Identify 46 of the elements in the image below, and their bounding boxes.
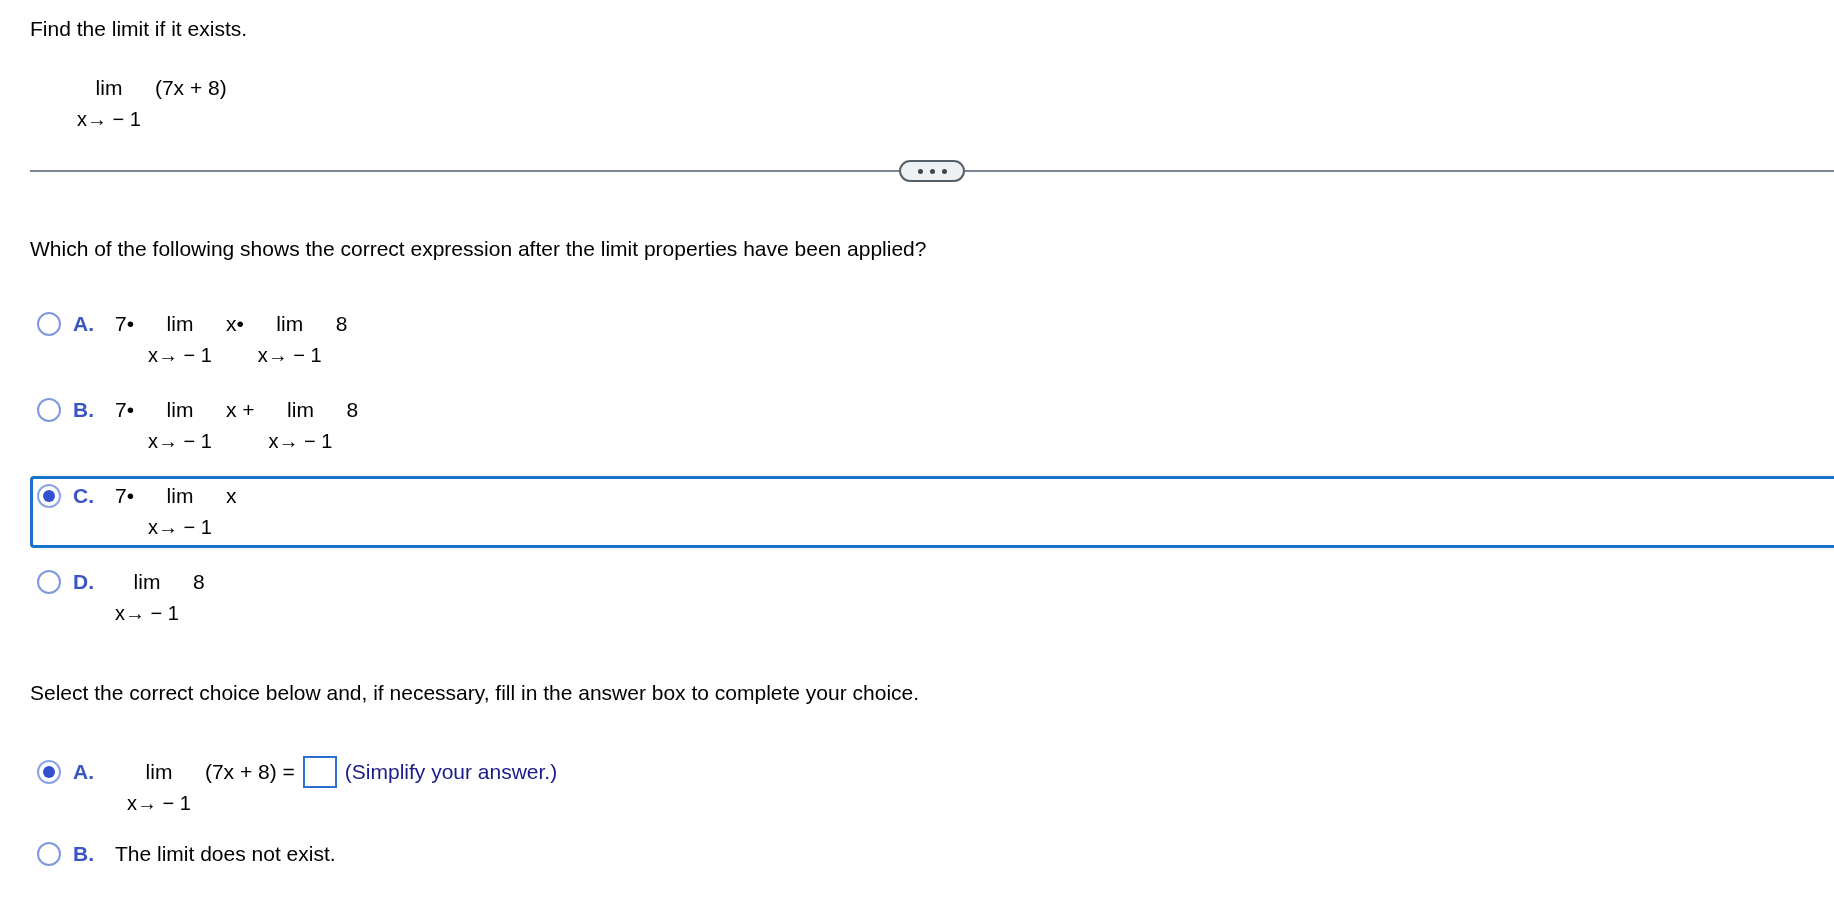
math-term: 7• <box>115 397 135 423</box>
math-term: x <box>225 483 237 509</box>
limit-operator: lim <box>133 569 161 595</box>
limit-operator: lim <box>166 397 194 423</box>
expand-button[interactable] <box>899 160 965 182</box>
math-term: 8 <box>192 569 205 595</box>
option-letter: B. <box>73 841 95 867</box>
math-term: 7• <box>115 483 135 509</box>
option-letter: B. <box>73 397 95 423</box>
radio-button[interactable] <box>37 398 61 422</box>
choice-text: The limit does not exist. <box>115 841 336 867</box>
math-term: (7x + 8) = <box>204 759 295 785</box>
option-letter: D. <box>73 569 95 595</box>
radio-button[interactable] <box>37 312 61 336</box>
limit-subscript: x→ − 1 <box>77 107 141 132</box>
limit-subscript: x→ − 1 <box>257 343 322 368</box>
math-term: 7• <box>115 311 135 337</box>
math-term: (7x + 8) <box>154 75 227 101</box>
math-term: 8 <box>346 397 359 423</box>
limit-subscript: x→ − 1 <box>148 515 212 540</box>
math-term: 8 <box>335 311 348 337</box>
limit-subscript: x→ − 1 <box>148 343 212 368</box>
math-term: x + <box>225 397 255 423</box>
prompt-text: Find the limit if it exists. <box>30 16 249 42</box>
math-term: x• <box>225 311 244 337</box>
limit-operator: lim <box>145 759 173 785</box>
limit-operator: lim <box>166 311 194 337</box>
radio-button[interactable] <box>37 760 61 784</box>
limit-subscript: x→ − 1 <box>148 429 212 454</box>
hint-text: (Simplify your answer.) <box>344 759 558 785</box>
limit-operator: lim <box>287 397 314 423</box>
option-letter: C. <box>73 483 95 509</box>
limit-subscript: x→ − 1 <box>115 601 179 626</box>
limit-operator: lim <box>276 311 304 337</box>
instruction-text: Select the correct choice below and, if necessary, fill in the answer box to complete your choice. <box>30 680 921 706</box>
question-text: Which of the following shows the correct expression after the limit properties have been applied? <box>30 236 928 262</box>
answer-box[interactable] <box>302 756 337 788</box>
radio-button[interactable] <box>37 484 61 508</box>
option-letter: A. <box>73 759 95 785</box>
option-letter: A. <box>73 311 95 337</box>
limit-operator: lim <box>166 483 194 509</box>
limit-subscript: x→ − 1 <box>268 429 333 454</box>
limit-operator: lim <box>95 75 123 101</box>
radio-button[interactable] <box>37 842 61 866</box>
radio-button[interactable] <box>37 570 61 594</box>
limit-subscript: x→ − 1 <box>127 791 191 816</box>
